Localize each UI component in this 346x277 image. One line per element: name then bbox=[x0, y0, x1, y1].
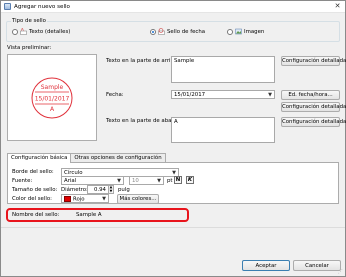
window-title: Agregar nuevo sello bbox=[14, 3, 70, 10]
radio-label: Texto (detalles) bbox=[29, 28, 71, 35]
close-icon[interactable]: ✕ bbox=[333, 2, 342, 11]
radio-button[interactable] bbox=[150, 28, 156, 35]
radio-button[interactable] bbox=[227, 28, 233, 35]
color-swatch bbox=[64, 196, 71, 202]
svg-text:A: A bbox=[21, 28, 24, 32]
top-text-detailed-config-button[interactable]: Configuración detallada... bbox=[281, 56, 346, 66]
resize-grip-icon[interactable]: ⋰ bbox=[338, 269, 344, 275]
top-text-input[interactable]: Sample bbox=[171, 56, 275, 83]
stamp-preview-image: Sample 15/01/2017 A bbox=[31, 77, 73, 119]
chevron-down-icon: ▼ bbox=[102, 196, 106, 202]
diameter-unit: pulg bbox=[118, 187, 130, 193]
tab-basic-config[interactable]: Configuración básica bbox=[7, 153, 72, 163]
chevron-down-icon: ▼ bbox=[117, 178, 121, 184]
date-label: Fecha: bbox=[106, 92, 124, 98]
bottom-text-input[interactable]: A bbox=[171, 117, 275, 143]
bold-button[interactable]: N bbox=[174, 176, 182, 184]
date-select[interactable]: 15/01/2017 ▼ bbox=[171, 90, 275, 99]
stepper-down-icon[interactable]: ▼ bbox=[109, 189, 113, 194]
tab-other-options[interactable]: Otras opciones de configuración bbox=[70, 153, 166, 162]
diameter-input[interactable]: 0.94 bbox=[87, 185, 109, 194]
bottom-text-detailed-config-button[interactable]: Configuración detallada... bbox=[281, 117, 346, 127]
radio-date-stamp[interactable]: Sello de fecha bbox=[150, 28, 205, 35]
chevron-down-icon: ▼ bbox=[157, 178, 161, 184]
diameter-label: Diámetro: bbox=[61, 187, 88, 193]
config-tabs: Configuración básica Otras opciones de c… bbox=[7, 153, 166, 163]
more-colors-button[interactable]: Más colores... bbox=[117, 194, 159, 204]
radio-text-details[interactable]: A Texto (detalles) bbox=[12, 28, 70, 35]
font-size-value: 10 bbox=[132, 178, 139, 184]
stamp-type-legend: Tipo de sello bbox=[11, 18, 47, 25]
diameter-stepper[interactable]: ▲ ▼ bbox=[109, 185, 114, 194]
font-size-unit: pt bbox=[167, 178, 173, 184]
preview-date-text: 15/01/2017 bbox=[35, 96, 70, 103]
radio-label: Imagen bbox=[244, 28, 265, 35]
date-select-value: 15/01/2017 bbox=[174, 92, 206, 98]
preview-label: Vista preliminar: bbox=[7, 45, 52, 51]
top-text-label: Texto en la parte de arriba: bbox=[106, 58, 180, 64]
preview-top-text: Sample bbox=[41, 84, 64, 91]
diameter-value: 0.94 bbox=[93, 187, 106, 193]
app-icon bbox=[4, 3, 11, 10]
border-label: Borde del sello: bbox=[12, 169, 54, 175]
bottom-text-label: Texto en la parte de abajo: bbox=[106, 118, 179, 124]
font-select-value: Arial bbox=[64, 178, 77, 184]
radio-image[interactable]: Imagen bbox=[227, 28, 264, 35]
stamp-preview: Sample 15/01/2017 A bbox=[7, 54, 97, 141]
cancel-button[interactable]: Cancelar bbox=[293, 260, 341, 271]
accept-button[interactable]: Aceptar bbox=[242, 260, 290, 271]
color-select[interactable]: Rojo ▼ bbox=[61, 194, 109, 203]
stamp-name-label: Nombre del sello: bbox=[12, 212, 60, 218]
edit-date-time-button[interactable]: Ed. fecha/hora... bbox=[281, 90, 340, 100]
image-stamp-icon bbox=[235, 28, 242, 35]
title-bar: Agregar nuevo sello ✕ bbox=[1, 1, 345, 13]
divider bbox=[1, 227, 345, 228]
stamp-name-input[interactable]: Sample A bbox=[76, 212, 102, 219]
chevron-down-icon: ▼ bbox=[268, 92, 272, 98]
text-stamp-icon: A bbox=[20, 28, 27, 35]
color-select-value: Rojo bbox=[73, 196, 85, 203]
date-detailed-config-button[interactable]: Configuración detallada... bbox=[281, 102, 346, 112]
size-label: Tamaño de sello: bbox=[12, 187, 58, 193]
stamp-type-group: Tipo de sello A Texto (detalles) Sello d… bbox=[6, 18, 340, 42]
date-stamp-icon bbox=[158, 28, 165, 35]
basic-config-panel: Borde del sello: Círculo ▼ Tamaño de sel… bbox=[7, 162, 339, 204]
color-label: Color del sello: bbox=[12, 196, 52, 202]
preview-bottom-text: A bbox=[50, 106, 55, 113]
radio-label: Sello de fecha bbox=[167, 28, 206, 35]
font-select[interactable]: Arial ▼ bbox=[61, 176, 124, 185]
italic-button[interactable]: K bbox=[186, 176, 194, 184]
font-size-select[interactable]: 10 ▼ bbox=[129, 176, 164, 185]
font-label: Fuente: bbox=[12, 178, 33, 184]
add-stamp-dialog: Agregar nuevo sello ✕ Tipo de sello A Te… bbox=[0, 0, 346, 277]
radio-button[interactable] bbox=[12, 28, 18, 35]
